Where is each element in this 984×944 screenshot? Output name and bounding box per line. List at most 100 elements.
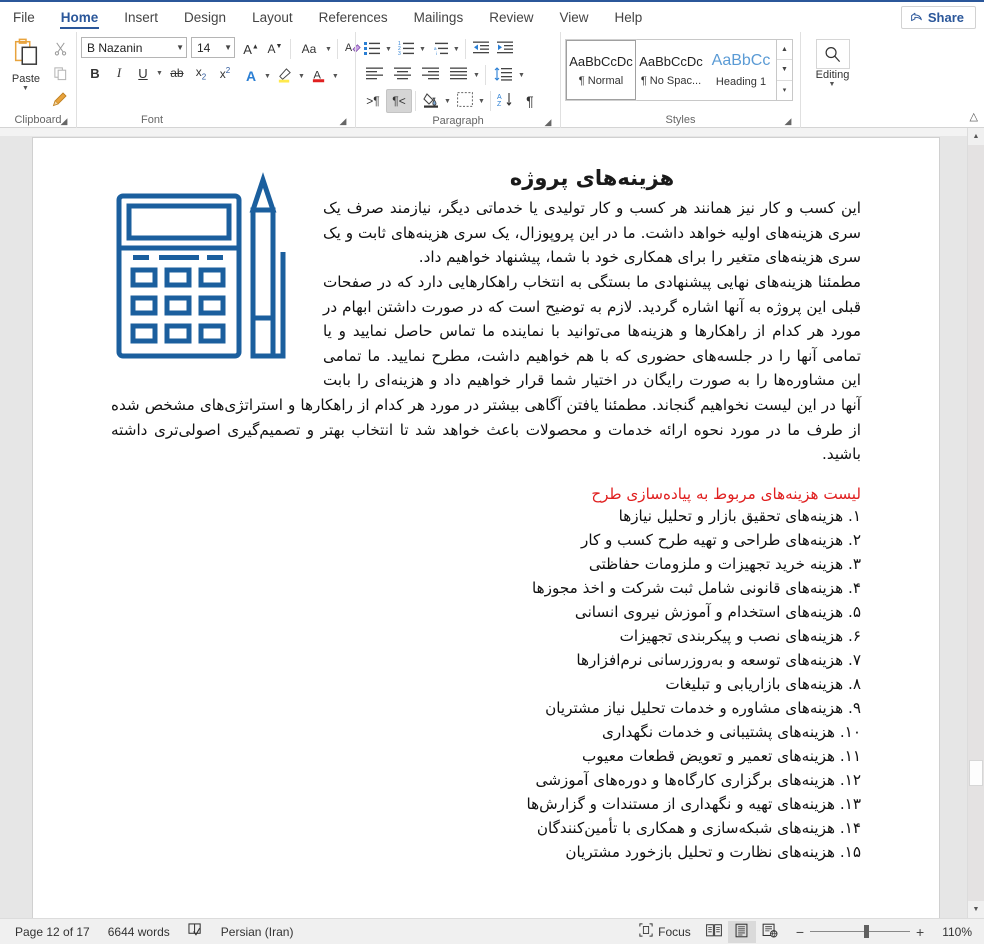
tab-insert[interactable]: Insert: [111, 2, 171, 32]
numbering-dropdown-icon[interactable]: ▼: [417, 46, 428, 53]
editing-button[interactable]: Editing ▼: [804, 39, 862, 88]
change-case-button[interactable]: Aa: [294, 37, 324, 61]
ribbon-group-editing: Editing ▼: [800, 32, 864, 128]
font-color-dropdown-icon[interactable]: ▼: [330, 73, 341, 80]
web-layout-button[interactable]: [756, 921, 784, 943]
line-spacing-button[interactable]: [489, 63, 517, 87]
proofing-status[interactable]: [179, 923, 212, 940]
italic-button[interactable]: I: [107, 61, 131, 85]
style-no-spacing[interactable]: AaBbCcDc ¶ No Spac...: [636, 40, 706, 100]
shading-button[interactable]: [419, 89, 443, 113]
document-canvas[interactable]: هزینه‌های پروژه این کسب و کار نیز همانند…: [0, 128, 984, 918]
print-layout-button[interactable]: [727, 920, 756, 943]
tab-design[interactable]: Design: [171, 2, 239, 32]
justify-button[interactable]: [444, 63, 472, 87]
paste-button[interactable]: Paste ▼: [4, 35, 48, 92]
scroll-track[interactable]: [968, 145, 984, 901]
clipboard-dialog-launcher-icon[interactable]: ◢: [58, 115, 70, 127]
borders-dropdown-icon[interactable]: ▼: [476, 98, 487, 105]
share-button[interactable]: Share: [900, 6, 976, 29]
line-spacing-dropdown-icon[interactable]: ▼: [516, 72, 527, 79]
text-effects-button[interactable]: A: [239, 64, 263, 88]
styles-dialog-launcher-icon[interactable]: ◢: [782, 115, 794, 127]
align-center-button[interactable]: [388, 63, 416, 87]
subscript-button[interactable]: x2: [189, 61, 213, 85]
justify-dropdown-icon[interactable]: ▼: [471, 72, 482, 79]
chevron-down-icon[interactable]: ▼: [224, 43, 232, 52]
align-right-button[interactable]: [416, 63, 444, 87]
read-mode-button[interactable]: [700, 921, 728, 943]
zoom-slider[interactable]: − +: [790, 924, 930, 940]
styles-scroll-down-button[interactable]: ▼: [777, 60, 792, 81]
style-heading-1[interactable]: AaBbCс Heading 1: [706, 40, 776, 100]
borders-button[interactable]: [453, 89, 477, 113]
scroll-down-button[interactable]: ▼: [968, 901, 984, 918]
increase-indent-button[interactable]: [493, 37, 517, 61]
text-effects-dropdown-icon[interactable]: ▼: [262, 73, 273, 80]
chevron-down-icon[interactable]: ▼: [176, 43, 184, 52]
numbering-button[interactable]: 123: [394, 37, 418, 61]
styles-scroll-up-button[interactable]: ▲: [777, 40, 792, 61]
bullets-dropdown-icon[interactable]: ▼: [383, 46, 394, 53]
scroll-up-button[interactable]: ▲: [968, 128, 984, 145]
tab-review[interactable]: Review: [476, 2, 546, 32]
grow-font-button[interactable]: A▲: [239, 37, 263, 61]
language-indicator[interactable]: Persian (Iran): [212, 925, 303, 939]
font-dialog-launcher-icon[interactable]: ◢: [337, 115, 349, 127]
font-color-button[interactable]: A: [307, 64, 331, 88]
strikethrough-button[interactable]: ab: [165, 61, 189, 85]
vertical-scrollbar[interactable]: ▲ ▼: [967, 128, 984, 918]
tab-home[interactable]: Home: [48, 2, 112, 32]
tab-help[interactable]: Help: [602, 2, 656, 32]
copy-button[interactable]: [48, 63, 72, 87]
collapse-ribbon-button[interactable]: △: [970, 110, 978, 123]
font-color-icon: A: [311, 67, 327, 86]
format-painter-button[interactable]: [48, 88, 72, 112]
shading-dropdown-icon[interactable]: ▼: [442, 98, 453, 105]
zoom-in-button[interactable]: +: [910, 924, 930, 940]
align-right-icon: [421, 67, 439, 83]
focus-mode-button[interactable]: Focus: [630, 923, 700, 940]
cut-button[interactable]: [48, 38, 72, 62]
underline-button[interactable]: U: [131, 61, 155, 85]
style-normal[interactable]: AaBbCcDc ¶ Normal: [565, 39, 637, 101]
tab-references[interactable]: References: [306, 2, 401, 32]
zoom-track[interactable]: [810, 925, 910, 938]
shrink-font-button[interactable]: A▼: [263, 37, 287, 61]
tab-layout[interactable]: Layout: [239, 2, 306, 32]
scroll-thumb[interactable]: [969, 760, 983, 786]
zoom-out-button[interactable]: −: [790, 924, 810, 940]
change-case-dropdown-icon[interactable]: ▼: [323, 46, 334, 53]
page-indicator[interactable]: Page 12 of 17: [6, 925, 99, 939]
align-left-button[interactable]: [360, 63, 388, 87]
tab-view[interactable]: View: [546, 2, 601, 32]
multilevel-dropdown-icon[interactable]: ▼: [451, 46, 462, 53]
superscript-button[interactable]: x2: [213, 61, 237, 85]
right-to-left-button[interactable]: ¶<: [386, 89, 412, 113]
word-count[interactable]: 6644 words: [99, 925, 179, 939]
font-size-combobox[interactable]: 14 ▼: [191, 37, 235, 58]
sort-button[interactable]: AZ: [494, 89, 518, 113]
highlight-dropdown-icon[interactable]: ▼: [296, 73, 307, 80]
borders-icon: [457, 92, 473, 110]
decrease-indent-button[interactable]: [469, 37, 493, 61]
underline-dropdown-icon[interactable]: ▼: [154, 70, 165, 77]
bullets-button[interactable]: [360, 37, 384, 61]
zoom-level[interactable]: 110%: [936, 925, 978, 939]
font-name-combobox[interactable]: B Nazanin ▼: [81, 37, 187, 58]
show-formatting-marks-button[interactable]: ¶: [518, 89, 542, 113]
paste-dropdown-icon[interactable]: ▼: [20, 85, 31, 92]
tab-mailings[interactable]: Mailings: [401, 2, 477, 32]
text-highlight-button[interactable]: [273, 64, 297, 88]
paragraph-dialog-launcher-icon[interactable]: ◢: [542, 116, 554, 128]
bold-button[interactable]: B: [83, 61, 107, 85]
styles-more-button[interactable]: ▾: [777, 80, 792, 100]
list-item: ۷. هزینه‌های توسعه و به‌روزرسانی نرم‌افز…: [111, 648, 861, 672]
multilevel-list-button[interactable]: ai: [428, 37, 452, 61]
zoom-thumb[interactable]: [864, 925, 869, 938]
document-page[interactable]: هزینه‌های پروژه این کسب و کار نیز همانند…: [33, 138, 939, 918]
left-to-right-button[interactable]: >¶: [360, 89, 386, 113]
ribbon-group-font-extras: A▲ A▼ Aa ▼ A A ▼ ▼ A ▼ ◢: [235, 32, 361, 128]
editing-dropdown-icon[interactable]: ▼: [827, 81, 838, 88]
tab-file[interactable]: File: [0, 2, 48, 32]
